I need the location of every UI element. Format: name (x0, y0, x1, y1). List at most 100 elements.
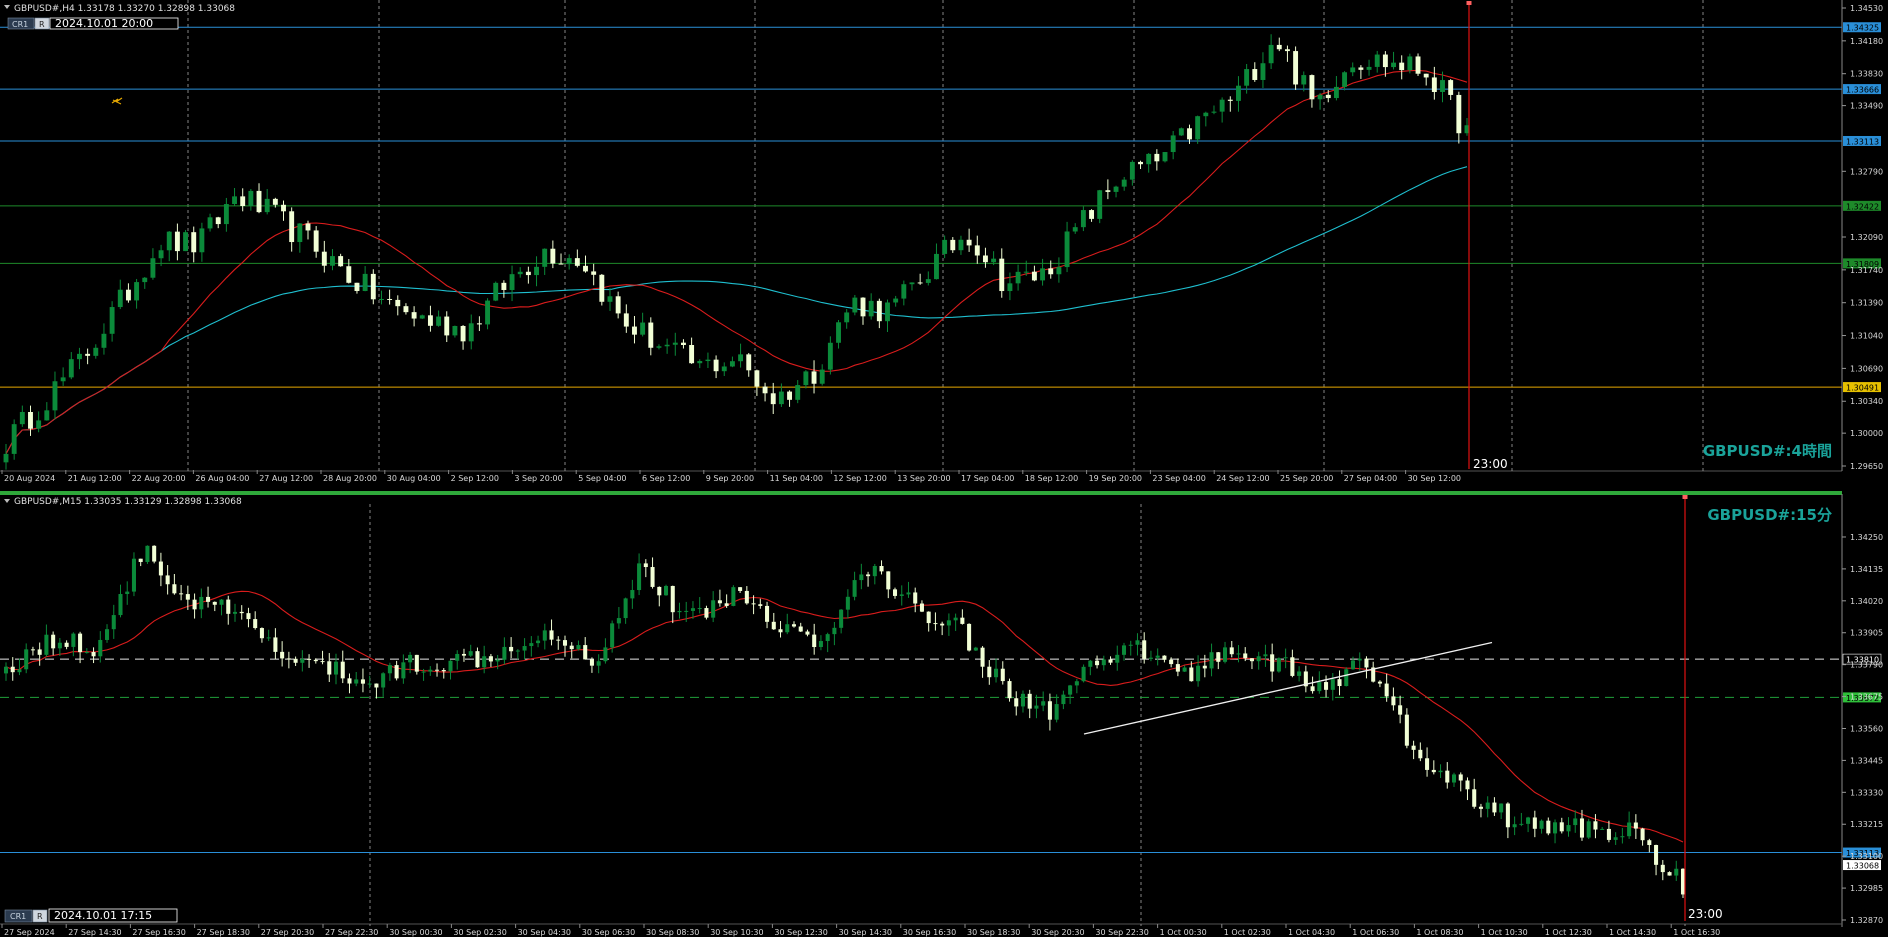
datetime-label: 2024.10.01 17:15 (54, 909, 152, 922)
candle-body (1040, 268, 1046, 281)
candle-body (338, 256, 344, 267)
candle-body (542, 630, 547, 641)
candle-body (1189, 667, 1194, 682)
candle-body (1128, 644, 1133, 646)
candle-body (805, 631, 810, 635)
candle-body (138, 558, 143, 562)
candle-body (1041, 701, 1046, 706)
candle-body (632, 326, 637, 335)
chart-watermark: GBPUSD#:15分 (1707, 506, 1832, 524)
candle-body (607, 296, 613, 302)
candle-body (940, 623, 945, 626)
candle-body (1108, 659, 1113, 663)
candle-body (1519, 823, 1524, 825)
vline-handle[interactable] (1466, 1, 1472, 5)
candle-body (917, 282, 923, 284)
candle-body (374, 683, 379, 688)
x-tick-label: 1 Oct 12:30 (1545, 928, 1592, 937)
candle-body (3, 453, 9, 463)
x-tick-label: 30 Sep 16:30 (903, 928, 956, 937)
candle-body (1415, 56, 1421, 74)
candle-body (77, 353, 82, 360)
candle-body (1260, 63, 1266, 80)
candle-body (1146, 153, 1152, 165)
candle-body (199, 228, 205, 253)
x-tick-label: 27 Sep 04:00 (1344, 474, 1397, 483)
candle-body (1620, 836, 1625, 838)
candle-body (583, 265, 588, 272)
candle-body (1223, 647, 1228, 662)
candle-body (1178, 128, 1184, 136)
candle-body (411, 312, 417, 319)
candle-body (1290, 657, 1295, 676)
candle-body (3, 666, 9, 674)
candle-body (1121, 179, 1127, 187)
candle-body (1627, 822, 1632, 837)
y-tick-label: 1.34135 (1850, 565, 1883, 574)
candle-body (1505, 803, 1510, 828)
candle-body (1423, 73, 1429, 78)
candle-body (946, 620, 951, 626)
candle-body (1418, 749, 1423, 759)
candle (414, 654, 419, 675)
candle-body (713, 359, 719, 372)
badge-r-label: R (37, 912, 43, 921)
candle-body (232, 611, 238, 614)
candle-body (1203, 112, 1209, 117)
candle (11, 419, 17, 460)
x-tick-label: 27 Sep 18:30 (197, 928, 250, 937)
candle-body (751, 603, 756, 605)
candle-body (333, 661, 339, 675)
candle-body (1458, 774, 1463, 781)
y-tick-label: 1.30000 (1850, 429, 1883, 438)
candle (152, 545, 157, 564)
candle-body (1317, 94, 1323, 100)
candle-body (1566, 825, 1571, 832)
x-tick-label: 30 Aug 04:00 (387, 474, 441, 483)
candle-body (852, 297, 858, 313)
y-tick-label: 1.30340 (1850, 397, 1883, 406)
x-tick-label: 30 Sep 12:30 (774, 928, 827, 937)
candle-body (183, 232, 189, 252)
candle-body (711, 600, 716, 618)
candle-body (744, 590, 749, 604)
x-tick-label: 1 Oct 08:30 (1416, 928, 1463, 937)
x-tick-label: 1 Oct 10:30 (1481, 928, 1528, 937)
candle-body (550, 248, 556, 264)
candle-body (11, 424, 17, 454)
candle-body (637, 563, 642, 591)
candle-body (145, 545, 150, 562)
candle-body (1324, 682, 1329, 690)
candle-body (455, 653, 460, 661)
candle-body (901, 284, 907, 299)
y-tick-label: 1.29650 (1850, 462, 1883, 471)
candle-body (408, 654, 413, 663)
vline-handle[interactable] (1682, 495, 1688, 499)
candle-body (1553, 822, 1558, 834)
candle-body (17, 669, 22, 673)
candle-body (248, 190, 254, 207)
candle-body (879, 566, 884, 572)
candle-body (1382, 54, 1388, 68)
candle-body (1559, 822, 1564, 832)
candle-body (174, 231, 180, 252)
candle (967, 623, 972, 652)
panel-separator[interactable] (0, 491, 1842, 495)
candle-body (623, 598, 628, 619)
candle-body (1293, 51, 1299, 85)
candle-body (1431, 77, 1437, 92)
candle-body (717, 600, 722, 604)
candle-body (991, 258, 997, 263)
candle-body (485, 300, 491, 325)
candle-body (51, 634, 56, 649)
candle-body (482, 656, 487, 668)
candle-body (1532, 817, 1537, 829)
candle-body (825, 634, 830, 642)
price-marker-label: 1.30491 (1846, 384, 1879, 393)
y-tick-label: 1.33100 (1850, 852, 1883, 861)
candle-body (705, 359, 711, 362)
x-tick-label: 30 Sep 02:30 (453, 928, 506, 937)
candle (1586, 818, 1591, 840)
candle-body (603, 647, 608, 662)
candle-body (1020, 693, 1025, 707)
